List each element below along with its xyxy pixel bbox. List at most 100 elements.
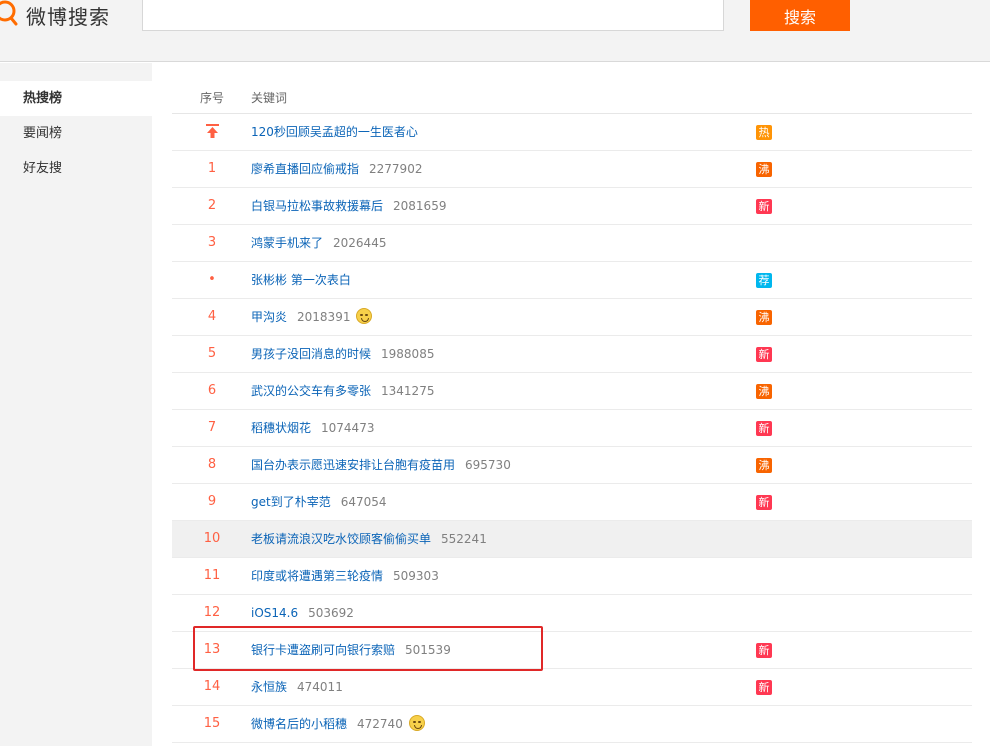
table-row[interactable]: 9 get到了朴宰范 647054 新 xyxy=(172,484,972,521)
table-row[interactable]: 5 男孩子没回消息的时候 1988085 新 xyxy=(172,336,972,373)
table-row[interactable]: 7 稻穗状烟花 1074473 新 xyxy=(172,410,972,447)
rank-number: 15 xyxy=(203,716,221,731)
keyword-link[interactable]: 稻穗状烟花 xyxy=(251,421,311,435)
rank-number: 9 xyxy=(207,494,217,509)
status-badge: 沸 xyxy=(756,458,772,473)
status-badge: 沸 xyxy=(756,162,772,177)
rank-number: 6 xyxy=(207,383,217,398)
keyword-link[interactable]: 120秒回顾吴孟超的一生医者心 xyxy=(251,125,418,139)
rank-pinned xyxy=(172,114,252,150)
status-badge: 新 xyxy=(756,199,772,214)
keyword-link[interactable]: 白银马拉松事故救援幕后 xyxy=(251,199,383,213)
keyword-link[interactable]: 微博名后的小稻穗 xyxy=(251,717,347,731)
table-row[interactable]: • 张彬彬 第一次表白 荐 xyxy=(172,262,972,299)
keyword-cell: 120秒回顾吴孟超的一生医者心 xyxy=(251,114,418,150)
header: 微博搜索 搜索 xyxy=(0,0,990,62)
keyword-cell: 老板请流浪汉吃水饺顾客偷偷买单 552241 xyxy=(251,521,487,557)
status-badge: 新 xyxy=(756,347,772,362)
keyword-cell: iOS14.6 503692 xyxy=(251,595,354,631)
keyword-link[interactable]: 武汉的公交车有多零张 xyxy=(251,384,371,398)
keyword-cell: get到了朴宰范 647054 xyxy=(251,484,387,520)
table-row[interactable]: 4 甲沟炎 2018391 沸 xyxy=(172,299,972,336)
keyword-link[interactable]: 印度或将遭遇第三轮疫情 xyxy=(251,569,383,583)
hot-search-table: 序号 关键词 120秒回顾吴孟超的一生医者心 热 1 廖希直播回应偷戒指 2277902… xyxy=(172,78,972,743)
status-badge: 新 xyxy=(756,643,772,658)
smiling-face-icon xyxy=(408,715,425,731)
sidebar-item-hot-search[interactable]: 热搜榜 xyxy=(0,81,152,116)
rank-number: 8 xyxy=(207,457,217,472)
table-row[interactable]: 6 武汉的公交车有多零张 1341275 沸 xyxy=(172,373,972,410)
keyword-link[interactable]: get到了朴宰范 xyxy=(251,495,331,509)
rank-number: 14 xyxy=(203,679,221,694)
keyword-link[interactable]: 廖希直播回应偷戒指 xyxy=(251,162,359,176)
logo-text: 微博搜索 xyxy=(26,4,110,29)
rank-number: 1 xyxy=(207,161,217,176)
table-row[interactable]: 11 印度或将遭遇第三轮疫情 509303 xyxy=(172,558,972,595)
status-badge: 新 xyxy=(756,680,772,695)
search-count: 647054 xyxy=(340,495,387,509)
search-count: 2277902 xyxy=(369,162,423,176)
keyword-link[interactable]: 银行卡遭盗刷可向银行索赔 xyxy=(251,643,395,657)
keyword-link[interactable]: 国台办表示愿迅速安排让台胞有疫苗用 xyxy=(251,458,455,472)
table-row[interactable]: 8 国台办表示愿迅速安排让台胞有疫苗用 695730 沸 xyxy=(172,447,972,484)
sidebar: 热搜榜 要闻榜 好友搜 xyxy=(0,63,152,746)
search-count: 552241 xyxy=(441,532,487,546)
rank-number: 3 xyxy=(207,235,217,250)
table-row[interactable]: 12 iOS14.6 503692 xyxy=(172,595,972,632)
logo[interactable]: 微博搜索 xyxy=(0,0,110,30)
keyword-cell: 男孩子没回消息的时候 1988085 xyxy=(251,336,434,372)
keyword-link[interactable]: 男孩子没回消息的时候 xyxy=(251,347,371,361)
table-header: 序号 关键词 xyxy=(172,78,972,114)
rank-number: 2 xyxy=(207,198,217,213)
table-row[interactable]: 120秒回顾吴孟超的一生医者心 热 xyxy=(172,114,972,151)
search-input[interactable] xyxy=(142,0,724,31)
status-badge: 新 xyxy=(756,421,772,436)
rank-number: 5 xyxy=(207,346,217,361)
rank-number: • xyxy=(208,272,216,287)
table-row[interactable]: 2 白银马拉松事故救援幕后 2081659 新 xyxy=(172,188,972,225)
keyword-cell: 银行卡遭盗刷可向银行索赔 501539 xyxy=(251,632,451,668)
keyword-link[interactable]: 张彬彬 第一次表白 xyxy=(251,273,351,287)
keyword-cell: 印度或将遭遇第三轮疫情 509303 xyxy=(251,558,439,594)
keyword-link[interactable]: 甲沟炎 xyxy=(251,310,287,324)
keyword-link[interactable]: iOS14.6 xyxy=(251,606,298,620)
search-count: 1074473 xyxy=(321,421,375,435)
keyword-cell: 廖希直播回应偷戒指 2277902 xyxy=(251,151,422,187)
sidebar-item-friends[interactable]: 好友搜 xyxy=(0,151,152,186)
keyword-link[interactable]: 永恒族 xyxy=(251,680,287,694)
rank-number: 4 xyxy=(207,309,217,324)
table-row[interactable]: 15 微博名后的小稻穗 472740 xyxy=(172,706,972,743)
status-badge: 新 xyxy=(756,495,772,510)
keyword-cell: 稻穗状烟花 1074473 xyxy=(251,410,374,446)
smiling-face-icon xyxy=(356,308,373,324)
search-count: 695730 xyxy=(465,458,511,472)
search-magnifier-icon xyxy=(0,0,18,26)
rank-number: 10 xyxy=(203,531,221,546)
keyword-link[interactable]: 鸿蒙手机来了 xyxy=(251,236,323,250)
search-count: 472740 xyxy=(357,717,403,731)
table-row[interactable]: 14 永恒族 474011 新 xyxy=(172,669,972,706)
keyword-link[interactable]: 老板请流浪汉吃水饺顾客偷偷买单 xyxy=(251,532,431,546)
search-count: 2026445 xyxy=(333,236,387,250)
status-badge: 沸 xyxy=(756,310,772,325)
keyword-cell: 永恒族 474011 xyxy=(251,669,343,705)
arrow-up-to-top-icon xyxy=(206,124,219,138)
rank-number: 11 xyxy=(203,568,221,583)
table-row[interactable]: 13 银行卡遭盗刷可向银行索赔 501539 新 xyxy=(172,632,972,669)
header-rank: 序号 xyxy=(200,91,225,105)
search-count: 1988085 xyxy=(381,347,435,361)
status-badge: 热 xyxy=(756,125,772,140)
search-count: 2081659 xyxy=(393,199,447,213)
table-row[interactable]: 3 鸿蒙手机来了 2026445 xyxy=(172,225,972,262)
rank-number: 7 xyxy=(207,420,217,435)
search-count: 503692 xyxy=(308,606,354,620)
status-badge: 沸 xyxy=(756,384,772,399)
table-row[interactable]: 1 廖希直播回应偷戒指 2277902 沸 xyxy=(172,151,972,188)
keyword-cell: 微博名后的小稻穗 472740 xyxy=(251,706,425,742)
search-count: 474011 xyxy=(297,680,343,694)
table-row[interactable]: 10 老板请流浪汉吃水饺顾客偷偷买单 552241 xyxy=(172,521,972,558)
search-button[interactable]: 搜索 xyxy=(750,0,850,31)
keyword-cell: 国台办表示愿迅速安排让台胞有疫苗用 695730 xyxy=(251,447,511,483)
rank-number: 13 xyxy=(203,642,221,657)
sidebar-item-news[interactable]: 要闻榜 xyxy=(0,116,152,151)
